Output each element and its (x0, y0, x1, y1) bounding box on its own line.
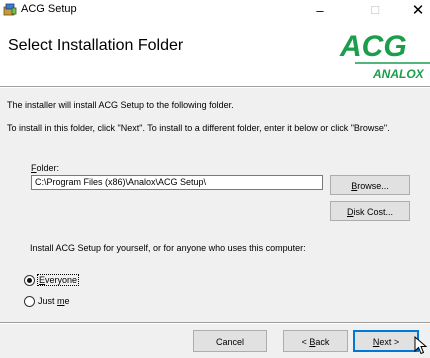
intro-text-1: The installer will install ACG Setup to … (7, 100, 234, 110)
justme-rest: e (64, 296, 70, 306)
everyone-rest: veryone (45, 275, 78, 285)
disk-cost-button[interactable]: Disk Cost... (330, 201, 410, 221)
acg-analox-logo: ACG ANALOX (339, 30, 430, 81)
radio-everyone[interactable]: Everyone (24, 273, 80, 287)
mouse-pointer-icon (414, 336, 428, 355)
justme-prefix: Just (38, 296, 58, 306)
radio-everyone-indicator[interactable] (24, 274, 35, 286)
folder-path-input[interactable]: C:\Program Files (x86)\Analox\ACG Setup\ (31, 175, 323, 190)
header-divider (0, 86, 430, 88)
next-rest: ext > (379, 337, 400, 347)
browse-button[interactable]: Browse... (330, 175, 410, 195)
close-button[interactable]: ✕ (403, 0, 430, 22)
radio-everyone-label: Everyone (36, 274, 80, 286)
radio-just-me-indicator[interactable] (24, 295, 35, 307)
maximize-button[interactable]: ☐ (360, 0, 390, 22)
back-button[interactable]: < Back (283, 330, 348, 352)
radio-just-me-label: Just me (38, 296, 70, 306)
next-button[interactable]: Next > (353, 330, 419, 352)
radio-just-me[interactable]: Just me (24, 294, 70, 308)
folder-label: Folder: (31, 163, 59, 173)
folder-label-rest: older: (36, 163, 60, 173)
browse-label: rowse... (357, 181, 389, 191)
minimize-button[interactable]: – (305, 0, 335, 22)
cancel-button[interactable]: Cancel (193, 330, 267, 352)
installer-app-icon (3, 3, 17, 16)
footer-divider (0, 322, 430, 324)
diskcost-label: isk Cost... (353, 207, 393, 217)
install-scope-text: Install ACG Setup for yourself, or for a… (30, 243, 306, 253)
logo-subtext: ANALOX (372, 67, 425, 81)
intro-text-2: To install in this folder, click "Next".… (7, 123, 390, 133)
header-banner: Select Installation Folder ACG ANALOX (0, 22, 430, 86)
back-rest: ack (315, 337, 330, 347)
justme-hotkey: m (57, 296, 65, 306)
window-title: ACG Setup (21, 3, 77, 15)
page-title: Select Installation Folder (8, 37, 184, 54)
logo-text: ACG (339, 30, 407, 63)
